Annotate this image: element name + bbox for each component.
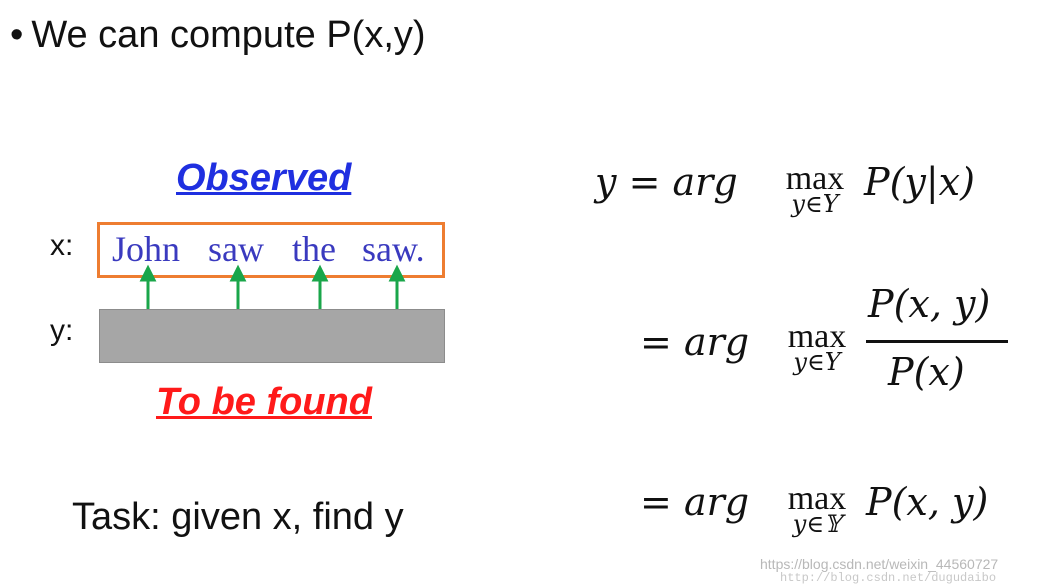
eq1-rhs: P(y|x) [864,160,975,204]
task-statement: Task: given x, find y [72,496,404,538]
eq3-max-block: max y∈𝕐 [772,480,862,538]
eq3-equals: = [640,480,672,524]
eq3-sub: y∈𝕐 [792,510,842,538]
watermark-line-1: https://blog.csdn.net/weixin_44560727 [760,556,999,572]
eq1-arg: arg [672,160,738,204]
eq1-max-block: max y∈Y [770,160,860,218]
fraction-bar [866,340,1008,343]
eq2-sub: y∈Y [793,348,841,376]
equation-1: y = arg [595,160,738,204]
eq1-lhs: y [595,160,617,204]
hidden-tags-box [99,309,445,363]
eq2-equals: = [640,320,672,364]
equation-2: = arg [640,320,749,364]
eq2-numerator: P(x, y) [868,282,991,326]
equation-3: = arg [640,480,749,524]
arrow-up-icon [311,264,329,309]
eq2-denominator: P(x) [888,350,965,394]
eq1-sub: y∈Y [791,190,839,218]
eq2-arg: arg [683,320,750,364]
eq3-rhs: P(x, y) [866,480,989,524]
arrow-up-icon [229,264,247,309]
eq3-arg: arg [683,480,750,524]
eq1-equals: = [628,160,661,204]
arrow-up-icon [388,264,406,309]
arrow-up-icon [139,264,157,309]
y-label: y: [50,314,74,347]
to-be-found-label: To be found [156,381,372,423]
watermark-line-2: http://blog.csdn.net/dugudaibo [780,571,997,585]
eq2-max-block: max y∈Y [772,318,862,376]
